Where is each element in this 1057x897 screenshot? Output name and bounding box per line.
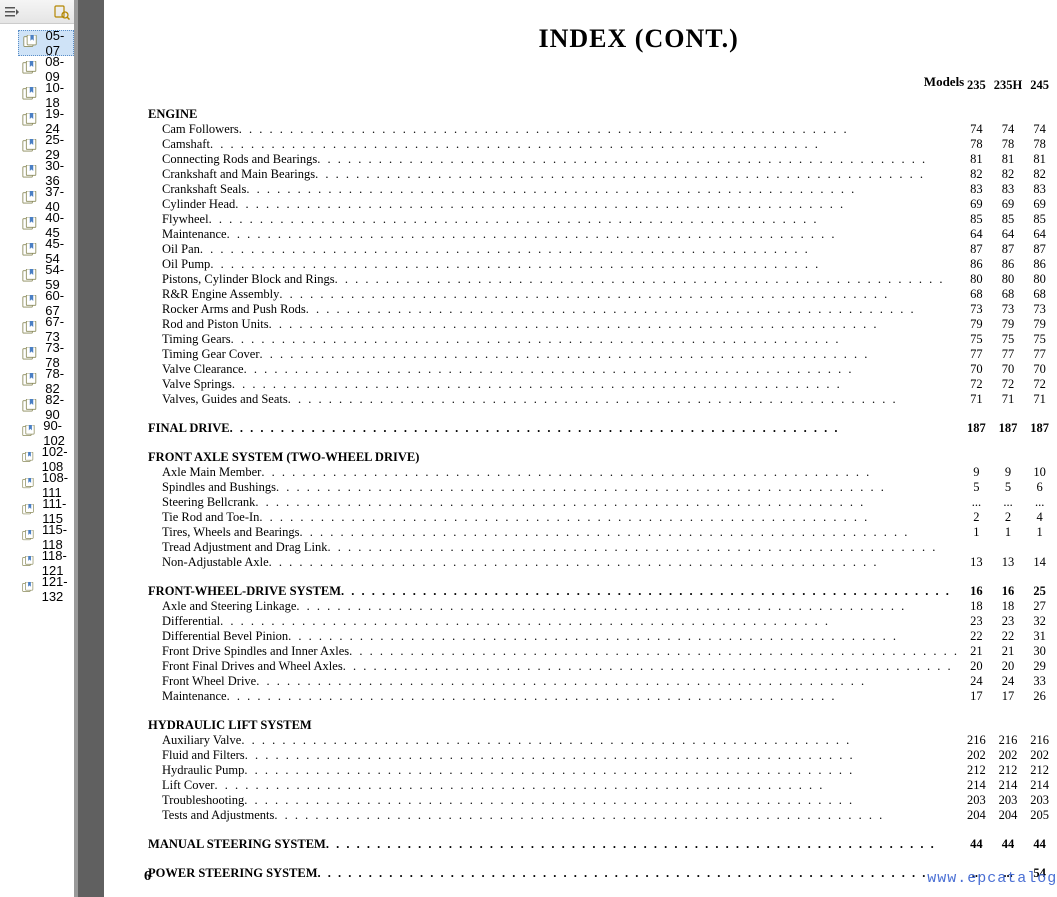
- bookmark-item[interactable]: 78-82: [18, 368, 74, 394]
- models-header: Models: [884, 74, 1004, 90]
- bookmark-icon: [22, 165, 39, 181]
- watermark: www.epcatalogs.com: [927, 870, 1057, 887]
- bookmark-item[interactable]: 82-90: [18, 394, 74, 420]
- bookmark-item[interactable]: 121-132: [18, 576, 74, 602]
- bookmark-item[interactable]: 115-118: [18, 524, 74, 550]
- bookmark-item[interactable]: 40-45: [18, 212, 74, 238]
- page-title: INDEX (CONT.): [144, 24, 1057, 54]
- bookmark-icon: [22, 61, 39, 77]
- bookmark-item[interactable]: 37-40: [18, 186, 74, 212]
- bookmark-icon: [22, 87, 39, 103]
- bookmark-icon: [23, 35, 40, 51]
- bookmark-icon: [22, 217, 39, 233]
- bookmark-icon: [22, 321, 39, 337]
- bookmarks-sidebar: 05-0708-0910-1819-2425-2930-3637-4040-45…: [0, 0, 78, 897]
- bookmark-item[interactable]: 73-78: [18, 342, 74, 368]
- bookmark-item[interactable]: 54-59: [18, 264, 74, 290]
- bookmark-icon: [22, 373, 39, 389]
- bookmark-icon: [22, 191, 39, 207]
- bookmark-item[interactable]: 90-102: [18, 420, 74, 446]
- bookmark-icon: [22, 113, 39, 129]
- document-viewport[interactable]: INDEX (CONT.) Models 235235H245255265275…: [78, 0, 1057, 897]
- bookmark-icon: [22, 269, 39, 285]
- bookmark-item[interactable]: 118-121: [18, 550, 74, 576]
- bookmark-item[interactable]: 67-73: [18, 316, 74, 342]
- bookmark-item[interactable]: 60-67: [18, 290, 74, 316]
- bookmark-icon: [22, 295, 39, 311]
- bookmark-label: 121-132: [42, 574, 74, 604]
- bookmark-icon: [22, 555, 36, 571]
- bookmark-item[interactable]: 111-115: [18, 498, 74, 524]
- bookmark-item[interactable]: 25-29: [18, 134, 74, 160]
- bookmark-icon: [22, 503, 36, 519]
- bookmarks-list: 05-0708-0910-1819-2425-2930-3637-4040-45…: [0, 24, 74, 602]
- document-page: INDEX (CONT.) Models 235235H245255265275…: [104, 0, 1057, 897]
- bookmark-item[interactable]: 08-09: [18, 56, 74, 82]
- bookmark-item[interactable]: 10-18: [18, 82, 74, 108]
- page-number: 6: [144, 869, 151, 885]
- bookmark-item[interactable]: 05-07: [18, 30, 74, 56]
- find-bookmark-icon[interactable]: [54, 4, 70, 20]
- bookmark-icon: [22, 347, 39, 363]
- bookmark-item[interactable]: 108-111: [18, 472, 74, 498]
- bookmark-icon: [22, 399, 39, 415]
- bookmark-icon: [22, 139, 39, 155]
- bookmark-icon: [22, 243, 39, 259]
- bookmark-item[interactable]: 45-54: [18, 238, 74, 264]
- bookmark-icon: [22, 581, 36, 597]
- bookmark-item[interactable]: 30-36: [18, 160, 74, 186]
- bookmark-item[interactable]: 102-108: [18, 446, 74, 472]
- bookmark-icon: [22, 451, 36, 467]
- page-gutter: [78, 0, 104, 897]
- bookmark-icon: [22, 425, 37, 441]
- bookmark-icon: [22, 477, 36, 493]
- sidebar-toolbar: [0, 0, 74, 24]
- bookmark-icon: [22, 529, 36, 545]
- options-icon[interactable]: [4, 4, 20, 20]
- index-table: 235235H245255265275ENGINECam Followers. …: [144, 78, 1057, 881]
- bookmark-item[interactable]: 19-24: [18, 108, 74, 134]
